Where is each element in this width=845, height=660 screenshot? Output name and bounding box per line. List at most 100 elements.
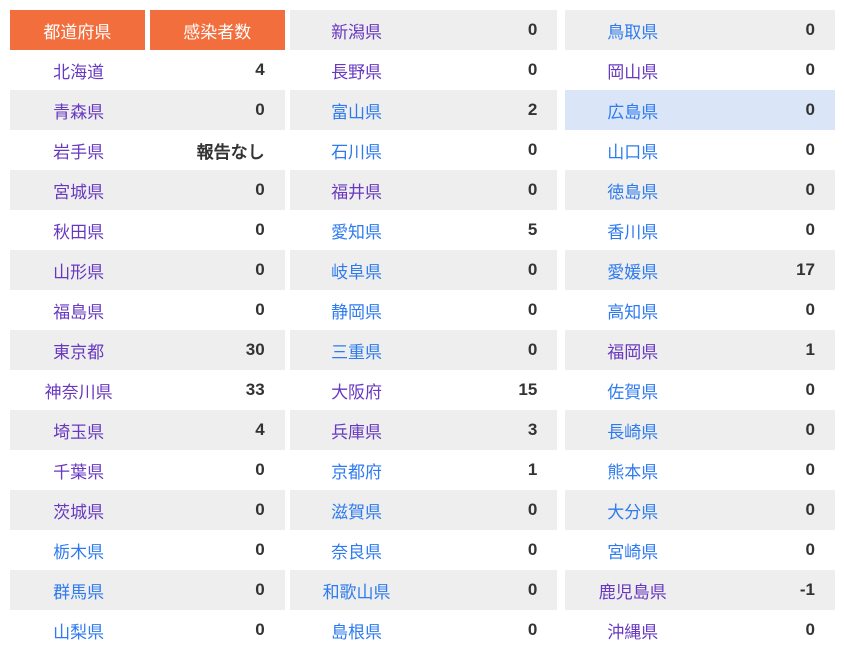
infection-count: 2 (423, 90, 558, 130)
prefecture-link[interactable]: 岐阜県 (331, 263, 382, 282)
table-row: 佐賀県 0 (565, 370, 835, 410)
prefecture-link[interactable]: 静岡県 (331, 303, 382, 322)
prefecture-link[interactable]: 青森県 (53, 103, 104, 122)
prefecture-link[interactable]: 長野県 (331, 63, 382, 82)
prefecture-link[interactable]: 群馬県 (53, 583, 104, 602)
prefecture-link[interactable]: 山口県 (607, 143, 658, 162)
prefecture-link[interactable]: 福岡県 (607, 343, 658, 362)
table-row: 山形県 0 (10, 250, 285, 290)
prefecture-cell: 三重県 (289, 330, 424, 370)
prefecture-link[interactable]: 島根県 (331, 623, 382, 642)
prefecture-link[interactable]: 鹿児島県 (599, 583, 667, 602)
prefecture-cell: 兵庫県 (289, 410, 424, 450)
prefecture-link[interactable]: 埼玉県 (53, 423, 104, 442)
prefecture-link[interactable]: 和歌山県 (323, 583, 391, 602)
prefecture-link[interactable]: 福井県 (331, 183, 382, 202)
infection-count: 0 (700, 90, 835, 130)
prefecture-cell: 青森県 (10, 90, 148, 130)
prefecture-link[interactable]: 福島県 (53, 303, 104, 322)
prefecture-link[interactable]: 奈良県 (331, 543, 382, 562)
prefecture-link[interactable]: 香川県 (607, 223, 658, 242)
table-row: 鳥取県 0 (565, 10, 835, 50)
table-row: 秋田県 0 (10, 210, 285, 250)
prefecture-link[interactable]: 大分県 (607, 503, 658, 522)
prefecture-cell: 北海道 (10, 50, 147, 90)
infection-count: 0 (805, 300, 815, 319)
prefecture-cell: 神奈川県 (10, 370, 147, 410)
prefecture-cell: 愛媛県 (565, 250, 701, 290)
table-row: 鹿児島県 -1 (565, 570, 835, 610)
prefecture-link[interactable]: 千葉県 (53, 463, 104, 482)
prefecture-link[interactable]: 富山県 (331, 103, 382, 122)
prefecture-cell: 徳島県 (565, 170, 701, 210)
prefecture-link[interactable]: 滋賀県 (331, 503, 382, 522)
infection-count: 0 (805, 220, 815, 239)
prefecture-link[interactable]: 愛知県 (331, 223, 382, 242)
table-row: 山口県 0 (565, 130, 835, 170)
infection-count: 0 (805, 460, 815, 479)
prefecture-link[interactable]: 熊本県 (607, 463, 658, 482)
prefecture-link[interactable]: 栃木県 (53, 543, 104, 562)
prefecture-link[interactable]: 鳥取県 (607, 23, 658, 42)
prefecture-cell: 京都府 (290, 450, 424, 490)
prefecture-link[interactable]: 新潟県 (331, 23, 382, 42)
prefecture-link[interactable]: 岩手県 (53, 143, 104, 162)
prefecture-link[interactable]: 長崎県 (607, 423, 658, 442)
table-row: 青森県 0 (10, 90, 285, 130)
prefecture-link[interactable]: 東京都 (53, 343, 104, 362)
prefecture-link[interactable]: 高知県 (607, 303, 658, 322)
prefecture-cell: 大分県 (565, 490, 701, 530)
prefecture-link[interactable]: 京都府 (331, 463, 382, 482)
table-row: 静岡県 0 (290, 290, 558, 330)
infection-count: 0 (700, 490, 835, 530)
prefecture-cell: 福岡県 (565, 330, 701, 370)
prefecture-link[interactable]: 秋田県 (53, 223, 104, 242)
prefecture-link[interactable]: 宮城県 (53, 183, 104, 202)
infection-count: 0 (423, 170, 558, 210)
prefecture-cell: 富山県 (289, 90, 424, 130)
prefecture-link[interactable]: 愛媛県 (607, 263, 658, 282)
prefecture-link[interactable]: 三重県 (331, 343, 382, 362)
prefecture-link[interactable]: 茨城県 (53, 503, 104, 522)
table-row: 新潟県 0 (289, 10, 558, 50)
infection-count: 0 (527, 540, 538, 559)
table-row: 沖縄県 0 (565, 610, 835, 650)
infection-count: 0 (527, 620, 538, 639)
prefecture-link[interactable]: 山梨県 (53, 623, 104, 642)
table-row: 宮城県 0 (10, 170, 285, 210)
table-row: 熊本県 0 (565, 450, 835, 490)
table-row: 奈良県 0 (290, 530, 558, 570)
prefecture-link[interactable]: 山形県 (53, 263, 104, 282)
table-row: 大分県 0 (565, 490, 835, 530)
prefecture-link[interactable]: 宮崎県 (607, 543, 658, 562)
prefecture-link[interactable]: 沖縄県 (607, 623, 658, 642)
prefecture-link[interactable]: 徳島県 (607, 183, 658, 202)
prefecture-infection-tables: 都道府県 感染者数 北海道 4 青森県 0 岩手県 報告なし 宮城県 0 秋田県 0 山形県 0 福島県… (0, 0, 845, 660)
prefecture-cell: 宮崎県 (565, 530, 700, 570)
infection-count: 0 (700, 170, 835, 210)
prefecture-link[interactable]: 神奈川県 (45, 383, 113, 402)
table-row: 徳島県 0 (565, 170, 835, 210)
prefecture-link[interactable]: 佐賀県 (607, 383, 658, 402)
prefecture-cell: 秋田県 (10, 210, 147, 250)
prefecture-table-3: 鳥取県 0 岡山県 0 広島県 0 山口県 0 徳島県 0 香川県 0 愛媛県 17 高知県 0 福岡県 1 佐賀県… (565, 10, 835, 650)
infection-count: 0 (700, 10, 835, 50)
prefecture-cell: 山形県 (10, 250, 148, 290)
infection-count: 15 (518, 380, 538, 399)
prefecture-link[interactable]: 北海道 (53, 63, 104, 82)
prefecture-cell: 新潟県 (289, 10, 424, 50)
prefecture-link[interactable]: 大阪府 (331, 383, 382, 402)
table-row: 東京都 30 (10, 330, 285, 370)
table-row: 香川県 0 (565, 210, 835, 250)
prefecture-link[interactable]: 広島県 (607, 103, 658, 122)
infection-count: 0 (147, 90, 285, 130)
table-row: 高知県 0 (565, 290, 835, 330)
prefecture-link[interactable]: 石川県 (331, 143, 382, 162)
prefecture-link[interactable]: 兵庫県 (331, 423, 382, 442)
prefecture-link[interactable]: 岡山県 (607, 63, 658, 82)
table-row: 千葉県 0 (10, 450, 285, 490)
infection-count: 3 (423, 410, 558, 450)
table-row: 栃木県 0 (10, 530, 285, 570)
table-row: 愛知県 5 (290, 210, 558, 250)
prefecture-cell: 静岡県 (290, 290, 424, 330)
